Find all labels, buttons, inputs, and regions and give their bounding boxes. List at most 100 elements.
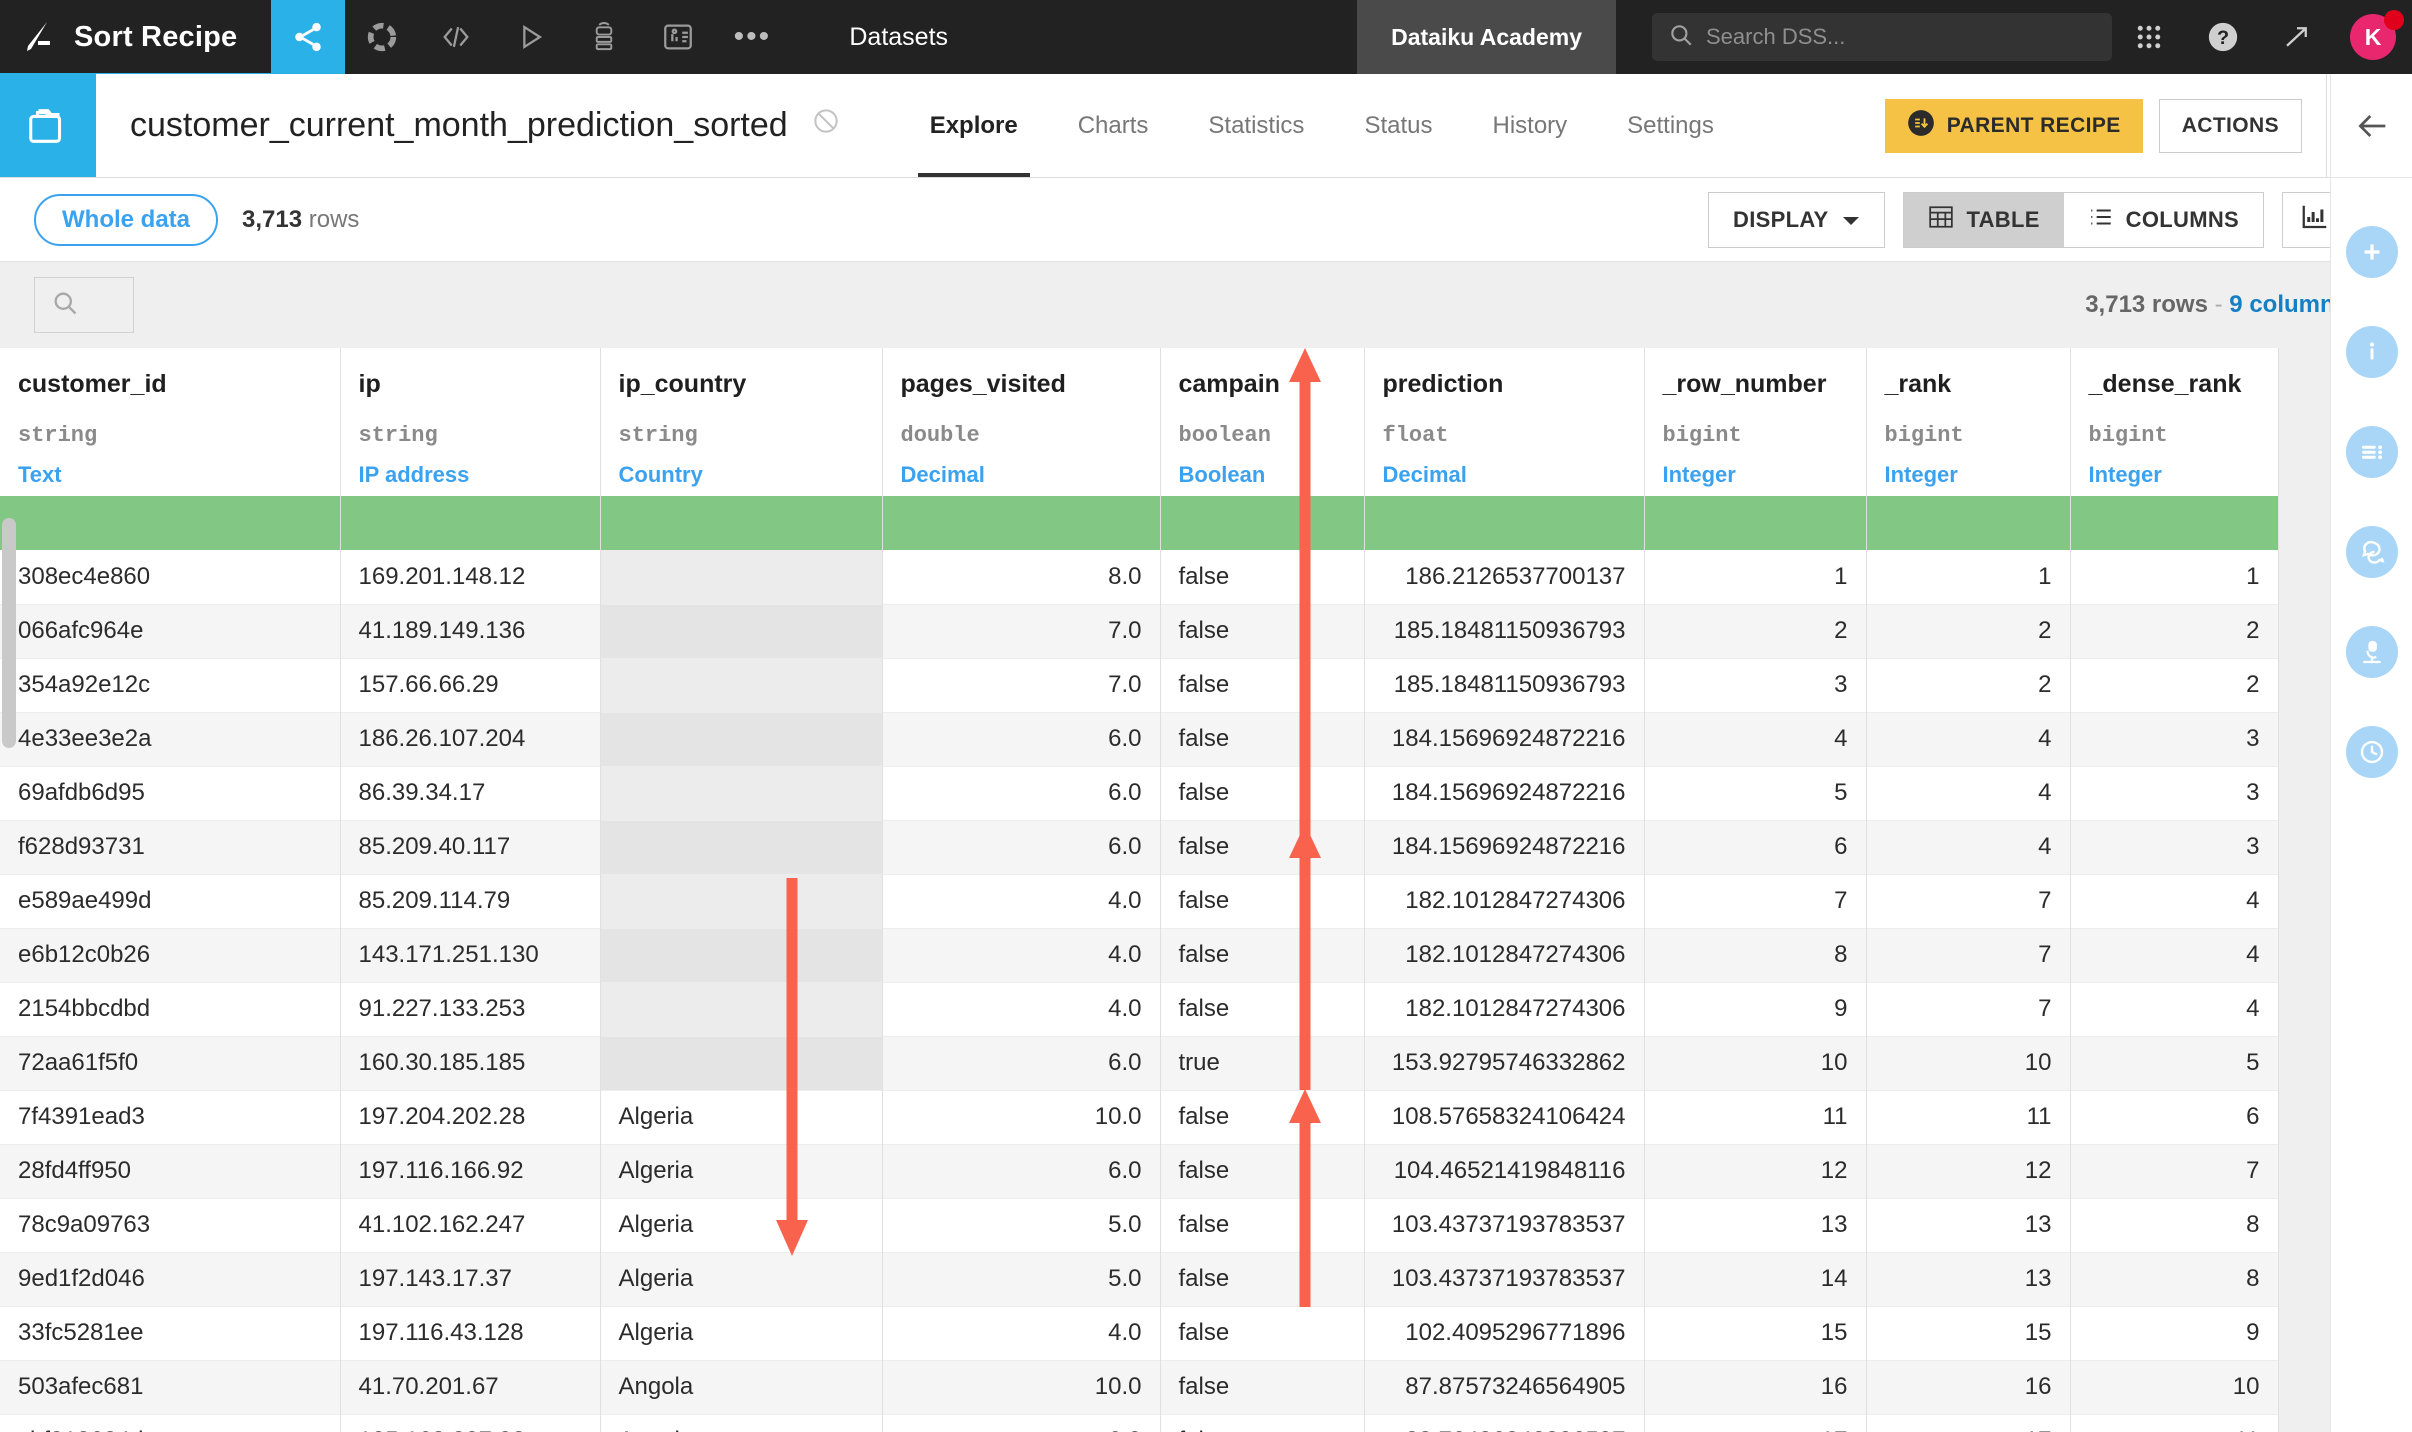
table-row[interactable]: 28fd4ff950 197.116.166.92 Algeria 6.0 false 1… bbox=[0, 1144, 2279, 1198]
cell-pages_visited[interactable]: 6.0 bbox=[882, 820, 1161, 874]
tab-settings[interactable]: Settings bbox=[1597, 74, 1744, 177]
columns-view-button[interactable]: COLUMNS bbox=[2063, 192, 2263, 247]
cell-customer_id[interactable]: 308ec4e860 bbox=[0, 550, 341, 604]
dashboard-icon[interactable] bbox=[641, 0, 715, 74]
cell-customer_id[interactable]: e589ae499d bbox=[0, 874, 341, 928]
column-meaning[interactable]: Country bbox=[619, 462, 864, 488]
tab-explore[interactable]: Explore bbox=[900, 74, 1048, 177]
cell-_rank[interactable]: 11 bbox=[1866, 1090, 2071, 1144]
table-row[interactable]: 354a92e12c 157.66.66.29 7.0 false 185.184811… bbox=[0, 658, 2279, 712]
cell-ip[interactable]: 143.171.251.130 bbox=[340, 928, 601, 982]
cell-_row_number[interactable]: 6 bbox=[1644, 820, 1867, 874]
cell-ip_country[interactable]: Algeria bbox=[600, 1144, 883, 1198]
cell-pages_visited[interactable]: 5.0 bbox=[882, 1252, 1161, 1306]
cell-campain[interactable]: false bbox=[1160, 982, 1365, 1036]
cell-ip[interactable]: 157.66.66.29 bbox=[340, 658, 601, 712]
cell-_rank[interactable]: 16 bbox=[1866, 1360, 2071, 1414]
cell-customer_id[interactable]: cbf313624d bbox=[0, 1414, 341, 1432]
cell-_dense_rank[interactable]: 3 bbox=[2070, 820, 2279, 874]
cell-campain[interactable]: false bbox=[1160, 1414, 1365, 1432]
cell-customer_id[interactable]: 72aa61f5f0 bbox=[0, 1036, 341, 1090]
cell-prediction[interactable]: 103.43737193783537 bbox=[1364, 1198, 1645, 1252]
cell-ip_country[interactable]: Algeria bbox=[600, 1198, 883, 1252]
cell-ip_country[interactable]: Algeria bbox=[600, 1306, 883, 1360]
cell-customer_id[interactable]: 9ed1f2d046 bbox=[0, 1252, 341, 1306]
table-row[interactable]: 72aa61f5f0 160.30.185.185 6.0 true 153.92795… bbox=[0, 1036, 2279, 1090]
cell-campain[interactable]: true bbox=[1160, 1036, 1365, 1090]
cell-_row_number[interactable]: 5 bbox=[1644, 766, 1867, 820]
cell-ip_country[interactable]: Angola bbox=[600, 1360, 883, 1414]
cell-pages_visited[interactable]: 4.0 bbox=[882, 982, 1161, 1036]
cell-_rank[interactable]: 4 bbox=[1866, 712, 2071, 766]
info-icon[interactable] bbox=[2345, 326, 2398, 378]
cell-pages_visited[interactable]: 6.0 bbox=[882, 766, 1161, 820]
cell-pages_visited[interactable]: 6.0 bbox=[882, 1144, 1161, 1198]
column-meaning[interactable]: Integer bbox=[2089, 462, 2260, 488]
cell-customer_id[interactable]: f628d93731 bbox=[0, 820, 341, 874]
jobs-icon[interactable] bbox=[567, 0, 641, 74]
column-header-ip_country[interactable]: ip_country string Country bbox=[600, 348, 883, 496]
cell-customer_id[interactable]: 503afec681 bbox=[0, 1360, 341, 1414]
cell-_row_number[interactable]: 10 bbox=[1644, 1036, 1867, 1090]
cell-ip[interactable]: 197.204.202.28 bbox=[340, 1090, 601, 1144]
cell-prediction[interactable]: 102.4095296771896 bbox=[1364, 1306, 1645, 1360]
column-meaning[interactable]: IP address bbox=[359, 462, 582, 488]
cell-ip[interactable]: 85.209.114.79 bbox=[340, 874, 601, 928]
cell-campain[interactable]: false bbox=[1160, 928, 1365, 982]
cell-campain[interactable]: false bbox=[1160, 1090, 1365, 1144]
cell-ip_country[interactable] bbox=[600, 928, 883, 982]
column-header-ip[interactable]: ip string IP address bbox=[340, 348, 601, 496]
table-row[interactable]: 69afdb6d95 86.39.34.17 6.0 false 184.1569692… bbox=[0, 766, 2279, 820]
cell-_dense_rank[interactable]: 8 bbox=[2070, 1252, 2279, 1306]
cell-_rank[interactable]: 2 bbox=[1866, 658, 2071, 712]
cell-ip[interactable]: 91.227.133.253 bbox=[340, 982, 601, 1036]
cell-prediction[interactable]: 182.1012847274306 bbox=[1364, 874, 1645, 928]
cell-customer_id[interactable]: 28fd4ff950 bbox=[0, 1144, 341, 1198]
cell-customer_id[interactable]: 2154bbcdbd bbox=[0, 982, 341, 1036]
cell-ip[interactable]: 197.116.166.92 bbox=[340, 1144, 601, 1198]
cell-pages_visited[interactable]: 6.0 bbox=[882, 712, 1161, 766]
cell-customer_id[interactable]: 69afdb6d95 bbox=[0, 766, 341, 820]
cell-prediction[interactable]: 185.18481150936793 bbox=[1364, 658, 1645, 712]
cell-campain[interactable]: false bbox=[1160, 1144, 1365, 1198]
project-name-badge[interactable]: Dataiku Academy bbox=[1357, 0, 1616, 74]
table-row[interactable]: e589ae499d 85.209.114.79 4.0 false 182.10128… bbox=[0, 874, 2279, 928]
cell-_row_number[interactable]: 11 bbox=[1644, 1090, 1867, 1144]
cell-prediction[interactable]: 184.15696924872216 bbox=[1364, 712, 1645, 766]
cell-_rank[interactable]: 4 bbox=[1866, 820, 2071, 874]
cell-campain[interactable]: false bbox=[1160, 1360, 1365, 1414]
cell-_dense_rank[interactable]: 11 bbox=[2070, 1414, 2279, 1432]
cell-ip_country[interactable] bbox=[600, 604, 883, 658]
cell-_dense_rank[interactable]: 1 bbox=[2070, 550, 2279, 604]
cell-ip[interactable]: 169.201.148.12 bbox=[340, 550, 601, 604]
cell-ip_country[interactable] bbox=[600, 766, 883, 820]
cell-campain[interactable]: false bbox=[1160, 712, 1365, 766]
nav-datasets-link[interactable]: Datasets bbox=[819, 0, 978, 74]
cell-_row_number[interactable]: 12 bbox=[1644, 1144, 1867, 1198]
cell-_row_number[interactable]: 14 bbox=[1644, 1252, 1867, 1306]
cell-ip[interactable]: 197.116.43.128 bbox=[340, 1306, 601, 1360]
cell-customer_id[interactable]: 4e33ee3e2a bbox=[0, 712, 341, 766]
sample-selector-button[interactable]: Whole data bbox=[34, 193, 219, 246]
cell-ip_country[interactable] bbox=[600, 712, 883, 766]
cell-customer_id[interactable]: 33fc5281ee bbox=[0, 1306, 341, 1360]
cell-campain[interactable]: false bbox=[1160, 1306, 1365, 1360]
cell-_rank[interactable]: 7 bbox=[1866, 874, 2071, 928]
column-meaning[interactable]: Integer bbox=[1885, 462, 2052, 488]
cell-campain[interactable]: false bbox=[1160, 550, 1365, 604]
cell-prediction[interactable]: 103.43737193783537 bbox=[1364, 1252, 1645, 1306]
cell-_rank[interactable]: 1 bbox=[1866, 550, 2071, 604]
cell-prediction[interactable]: 153.92795746332862 bbox=[1364, 1036, 1645, 1090]
user-avatar[interactable]: K bbox=[2334, 0, 2412, 74]
cell-customer_id[interactable]: e6b12c0b26 bbox=[0, 928, 341, 982]
cell-ip[interactable]: 41.70.201.67 bbox=[340, 1360, 601, 1414]
column-meaning[interactable]: Boolean bbox=[1179, 462, 1346, 488]
cell-_rank[interactable]: 12 bbox=[1866, 1144, 2071, 1198]
cell-prediction[interactable]: 108.57658324106424 bbox=[1364, 1090, 1645, 1144]
cell-pages_visited[interactable]: 7.0 bbox=[882, 604, 1161, 658]
cell-_dense_rank[interactable]: 3 bbox=[2070, 766, 2279, 820]
column-header-_dense_rank[interactable]: _dense_rank bigint Integer bbox=[2070, 348, 2279, 496]
cell-ip[interactable]: 186.26.107.204 bbox=[340, 712, 601, 766]
cell-_row_number[interactable]: 8 bbox=[1644, 928, 1867, 982]
table-row[interactable]: 503afec681 41.70.201.67 Angola 10.0 false 87.… bbox=[0, 1360, 2279, 1414]
